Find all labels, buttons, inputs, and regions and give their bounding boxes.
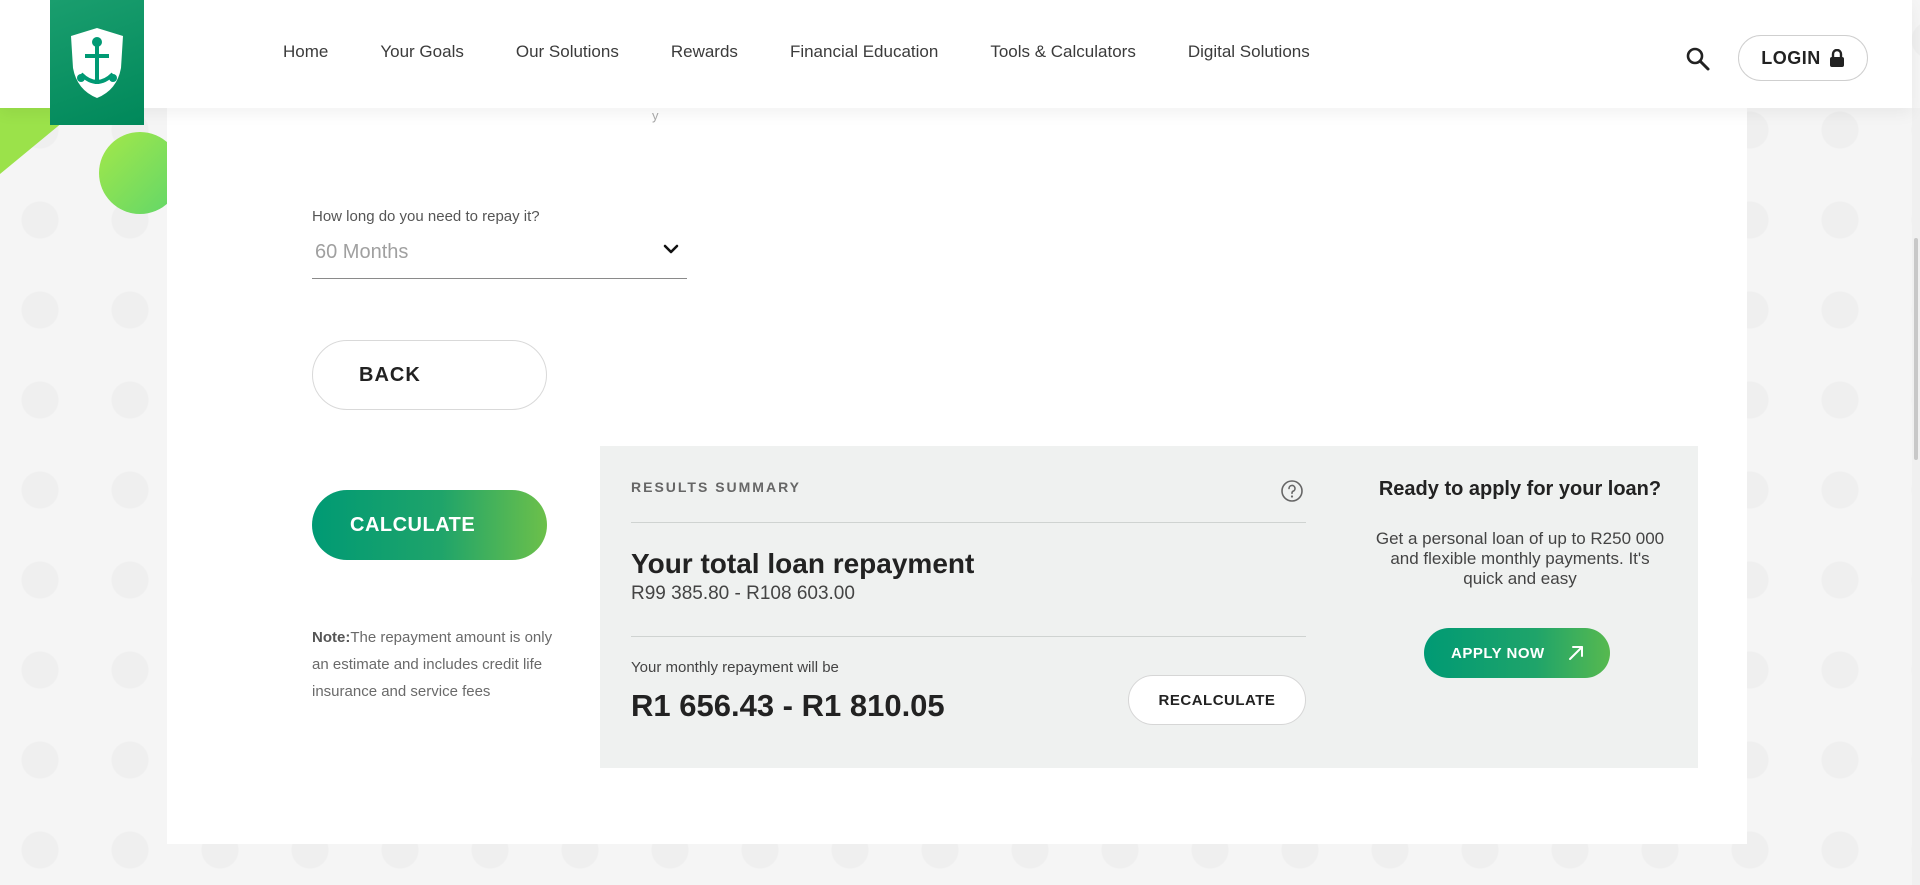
chevron-down-icon: [663, 244, 679, 254]
repay-period-value: 60 Months: [315, 241, 409, 263]
apply-now-button[interactable]: APPLY NOW: [1424, 628, 1610, 678]
nav-digital-solutions[interactable]: Digital Solutions: [1188, 42, 1310, 62]
total-repayment-range: R99 385.80 - R108 603.00: [631, 583, 855, 604]
recalculate-button[interactable]: RECALCULATE: [1128, 675, 1306, 725]
monthly-repayment-range: R1 656.43 - R1 810.05: [631, 688, 945, 723]
login-label: LOGIN: [1761, 47, 1821, 68]
back-button[interactable]: BACK: [312, 340, 547, 410]
divider: [631, 522, 1306, 523]
anchor-shield-logo[interactable]: [50, 0, 144, 125]
nav-your-goals[interactable]: Your Goals: [380, 42, 463, 62]
main-nav: Home Your Goals Our Solutions Rewards Fi…: [283, 42, 1362, 62]
partial-text: y: [652, 108, 659, 123]
repay-period-select[interactable]: 60 Months: [312, 233, 687, 279]
page-scrollbar[interactable]: [1912, 108, 1920, 885]
apply-title: Ready to apply for your loan?: [1378, 478, 1662, 500]
calculate-button[interactable]: CALCULATE: [312, 490, 547, 560]
login-button[interactable]: LOGIN: [1738, 35, 1868, 81]
nav-tools-calculators[interactable]: Tools & Calculators: [990, 42, 1136, 62]
repay-period-label: How long do you need to repay it?: [312, 208, 540, 225]
note-prefix: Note:: [312, 629, 351, 646]
apply-now-label: APPLY NOW: [1451, 644, 1545, 662]
lock-icon: [1829, 49, 1844, 67]
apply-text: Get a personal loan of up to R250 000 an…: [1375, 529, 1665, 588]
nav-our-solutions[interactable]: Our Solutions: [516, 42, 619, 62]
nav-rewards[interactable]: Rewards: [671, 42, 738, 62]
help-icon[interactable]: [1280, 479, 1304, 503]
results-panel: RESULTS SUMMARY Your total loan repaymen…: [600, 446, 1698, 768]
divider: [631, 636, 1306, 637]
site-header: Home Your Goals Our Solutions Rewards Fi…: [0, 0, 1912, 125]
arrow-up-right-icon: [1568, 646, 1583, 660]
monthly-repayment-label: Your monthly repayment will be: [631, 659, 839, 676]
nav-home[interactable]: Home: [283, 42, 328, 62]
total-repayment-title: Your total loan repayment: [631, 548, 975, 579]
scrollbar-thumb[interactable]: [1914, 238, 1918, 460]
results-heading: RESULTS SUMMARY: [631, 479, 801, 495]
search-icon[interactable]: [1685, 46, 1711, 72]
nav-financial-education[interactable]: Financial Education: [790, 42, 938, 62]
disclaimer-note: Note:The repayment amount is only an est…: [312, 624, 557, 705]
logo-icon: [71, 27, 123, 98]
